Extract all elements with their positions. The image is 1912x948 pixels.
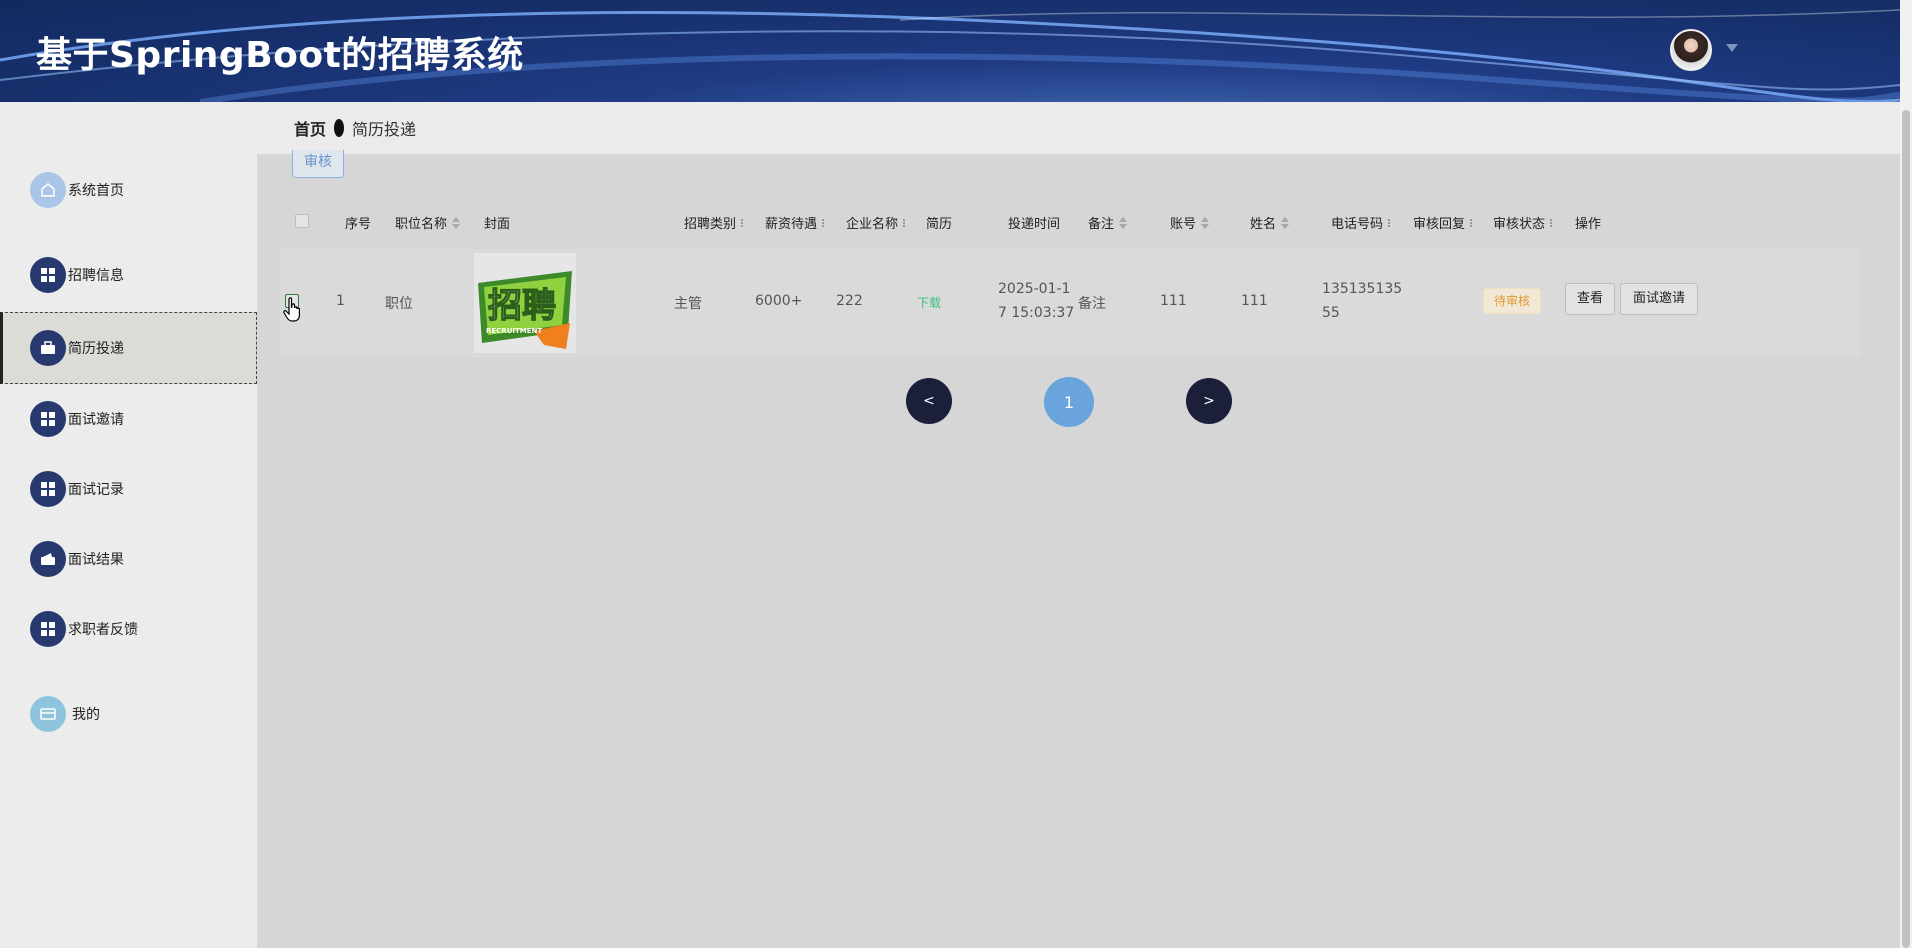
- sidebar: 系统首页 招聘信息 简历投递 面试邀请 面试记录 面试结果 求职者反馈 我的: [0, 102, 257, 948]
- breadcrumb-current: 简历投递: [352, 120, 417, 139]
- briefcase-icon: [30, 330, 66, 366]
- cell-phone-line-2: 55: [1322, 305, 1340, 321]
- home-icon: [30, 172, 66, 208]
- cell-account: 111: [1160, 293, 1187, 309]
- svg-text:招聘: 招聘: [488, 286, 556, 326]
- interview-invite-button[interactable]: 面试邀请: [1620, 283, 1698, 315]
- cell-name: 111: [1241, 293, 1268, 309]
- cell-phone-line-1: 135135135: [1322, 281, 1403, 297]
- wallet-icon: [30, 541, 66, 577]
- column-header-reply[interactable]: 审核回复: [1413, 213, 1473, 232]
- status-badge: 待审核: [1483, 288, 1541, 314]
- breadcrumb-separator-icon: [334, 119, 345, 137]
- column-header-cover: 封面: [484, 217, 511, 232]
- svg-text:RECRUITMENT: RECRUITMENT: [486, 327, 542, 335]
- select-all-checkbox[interactable]: [295, 214, 309, 228]
- cell-time-line-1: 2025-01-1: [998, 281, 1071, 297]
- sidebar-item-seeker-feedback[interactable]: 求职者反馈: [0, 593, 257, 665]
- page-number-button[interactable]: 1: [1044, 377, 1094, 427]
- sidebar-item-recruitment-info[interactable]: 招聘信息: [0, 239, 257, 311]
- cover-image: 招聘 RECRUITMENT: [474, 253, 576, 353]
- next-page-button[interactable]: >: [1186, 378, 1232, 424]
- table-header: 序号 职位名称 封面 招聘类别 薪资待遇 企业名称 简历 投递时间 备注 账号 …: [280, 193, 1860, 249]
- sidebar-item-resume-delivery[interactable]: 简历投递: [0, 312, 257, 384]
- grid-icon: [30, 611, 66, 647]
- sidebar-item-label: 面试记录: [68, 482, 124, 498]
- breadcrumb-home[interactable]: 首页: [294, 116, 326, 140]
- sort-icon[interactable]: [1470, 218, 1473, 227]
- column-header-name[interactable]: 姓名: [1250, 213, 1290, 232]
- grid-icon: [30, 257, 66, 293]
- sidebar-item-label: 我的: [72, 707, 100, 723]
- prev-page-button[interactable]: <: [906, 378, 952, 424]
- sort-icon[interactable]: [1201, 216, 1210, 229]
- cell-salary: 6000+: [755, 293, 803, 309]
- sidebar-item-interview-records[interactable]: 面试记录: [0, 453, 257, 525]
- sidebar-item-label: 面试结果: [68, 552, 124, 568]
- sidebar-item-label: 面试邀请: [68, 412, 124, 428]
- sort-icon[interactable]: [1119, 216, 1128, 229]
- breadcrumb: 首页 简历投递: [257, 102, 1900, 154]
- sort-icon[interactable]: [822, 218, 825, 227]
- column-header-category[interactable]: 招聘类别: [684, 213, 744, 232]
- column-header-actions: 操作: [1575, 217, 1602, 232]
- column-header-resume: 简历: [926, 217, 953, 232]
- sidebar-item-label: 求职者反馈: [68, 622, 138, 638]
- grid-icon: [30, 401, 66, 437]
- column-header-time: 投递时间: [1008, 217, 1061, 232]
- sort-icon[interactable]: [741, 218, 744, 227]
- cell-position: 职位: [385, 296, 413, 312]
- hand-cursor-icon: [283, 297, 300, 322]
- cell-time-line-2: 7 15:03:37: [998, 305, 1075, 321]
- user-avatar[interactable]: [1670, 29, 1712, 71]
- grid-icon: [30, 471, 66, 507]
- app-title: 基于SpringBoot的招聘系统: [36, 35, 524, 76]
- sidebar-item-label: 招聘信息: [68, 268, 124, 284]
- column-header-index: 序号: [345, 217, 372, 232]
- sidebar-item-label: 简历投递: [68, 341, 124, 357]
- column-header-company[interactable]: 企业名称: [846, 213, 906, 232]
- sort-icon[interactable]: [452, 216, 461, 229]
- sort-icon[interactable]: [1550, 218, 1553, 227]
- sidebar-item-mine[interactable]: 我的: [0, 678, 257, 750]
- sort-icon[interactable]: [1388, 218, 1391, 227]
- cell-note: 备注: [1078, 296, 1106, 312]
- cell-index: 1: [336, 293, 345, 309]
- review-button[interactable]: 审核: [292, 150, 344, 178]
- sidebar-item-label: 系统首页: [68, 183, 124, 199]
- sidebar-item-interview-results[interactable]: 面试结果: [0, 523, 257, 595]
- column-header-note[interactable]: 备注: [1088, 213, 1128, 232]
- column-header-position[interactable]: 职位名称: [395, 213, 461, 232]
- cell-company: 222: [836, 293, 863, 309]
- cell-category: 主管: [674, 296, 702, 312]
- column-header-phone[interactable]: 电话号码: [1331, 213, 1391, 232]
- column-header-salary[interactable]: 薪资待遇: [765, 213, 825, 232]
- sort-icon[interactable]: [1281, 216, 1290, 229]
- resume-download-link[interactable]: 下载: [917, 294, 941, 311]
- card-icon: [30, 696, 66, 732]
- column-header-status[interactable]: 审核状态: [1493, 213, 1553, 232]
- chevron-down-icon[interactable]: [1726, 44, 1738, 52]
- sidebar-item-interview-invite[interactable]: 面试邀请: [0, 383, 257, 455]
- resume-table: 序号 职位名称 封面 招聘类别 薪资待遇 企业名称 简历 投递时间 备注 账号 …: [280, 193, 1860, 357]
- sidebar-item-system-home[interactable]: 系统首页: [0, 154, 257, 226]
- column-header-account[interactable]: 账号: [1170, 213, 1210, 232]
- view-button[interactable]: 查看: [1565, 283, 1615, 315]
- sort-icon[interactable]: [903, 218, 906, 227]
- scrollbar-thumb[interactable]: [1902, 110, 1910, 948]
- app-header: 基于SpringBoot的招聘系统: [0, 0, 1900, 102]
